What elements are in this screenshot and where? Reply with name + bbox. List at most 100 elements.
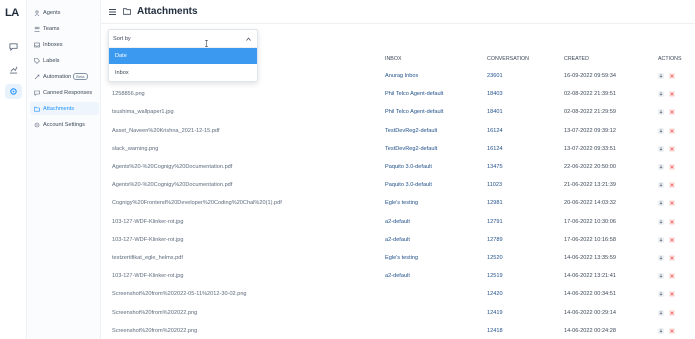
conversation-link[interactable]: 12519 xyxy=(487,272,503,281)
inbox-link[interactable]: Egle's testing xyxy=(385,254,418,263)
created-date: 02-08-2022 21:29:59 xyxy=(564,109,616,116)
inbox-link[interactable]: Paquito 3.0-default xyxy=(385,163,432,172)
inbox-link[interactable]: Egle's testing xyxy=(385,199,418,208)
sort-dropdown[interactable]: Sort by Date Inbox xyxy=(108,29,258,82)
download-button[interactable] xyxy=(658,200,664,207)
conversation-link[interactable]: 12789 xyxy=(487,236,503,245)
conversation-link[interactable]: 12520 xyxy=(487,254,503,263)
settings-nav-button[interactable] xyxy=(5,84,22,99)
download-button[interactable] xyxy=(658,164,664,170)
download-button[interactable] xyxy=(658,127,664,134)
download-button[interactable] xyxy=(658,236,664,243)
conversation-link[interactable]: 11023 xyxy=(487,181,502,190)
created-date: 14-06-2022 00:24:28 xyxy=(564,327,616,334)
conversation-link[interactable]: 12981 xyxy=(487,199,503,208)
reports-nav-button[interactable] xyxy=(5,62,22,77)
download-button[interactable] xyxy=(658,273,664,280)
inbox-link[interactable]: Phil Telco Agent-default xyxy=(385,108,443,117)
attachment-name[interactable]: Screenshot%20from%202022.png xyxy=(112,327,197,336)
attachment-name[interactable]: slack_warning.png xyxy=(112,145,158,154)
attachment-name[interactable]: Agents%20-%20Cognigy%20Documentation.pdf xyxy=(112,163,232,172)
download-button[interactable] xyxy=(658,182,664,189)
delete-button[interactable] xyxy=(669,255,675,261)
attachment-name[interactable]: 103-127-WDF-Klinker-rot.jpg xyxy=(112,272,184,281)
conversation-link[interactable]: 12418 xyxy=(487,327,503,336)
sidebar-item-inboxes[interactable]: Inboxes xyxy=(30,38,99,51)
download-button[interactable] xyxy=(658,327,664,334)
conversation-link[interactable]: 18403 xyxy=(487,90,503,99)
conversation-link[interactable]: 18401 xyxy=(487,108,503,117)
attachment-name[interactable]: Screenshot%20from%202022-05-11%2012-30-0… xyxy=(112,290,247,299)
attachment-name[interactable]: testzertifikat_egle_helms.pdf xyxy=(112,254,183,263)
inbox-link[interactable]: a2-default xyxy=(385,272,410,281)
attachment-name[interactable]: 103-127-WDF-Klinker-rot.jpg xyxy=(112,236,184,245)
inbox-link[interactable]: Phil Telco Agent-default xyxy=(385,90,443,99)
attachment-name[interactable]: Agents%20-%20Cognigy%20Documentation.pdf xyxy=(112,181,232,190)
conversation-link[interactable]: 12420 xyxy=(487,290,503,299)
delete-button[interactable] xyxy=(669,236,675,243)
sidebar-item-account-settings[interactable]: Account Settings xyxy=(30,118,99,131)
download-button[interactable] xyxy=(658,73,664,79)
table-row: testzertifikat_egle_helms.pdf Egle's test… xyxy=(108,254,688,272)
delete-button[interactable] xyxy=(669,218,675,225)
delete-button[interactable] xyxy=(669,182,675,189)
conversation-link[interactable]: 13475 xyxy=(487,163,503,172)
delete-icon xyxy=(670,74,674,78)
conversation-link[interactable]: 23601 xyxy=(487,72,503,81)
sidebar-item-teams[interactable]: Teams xyxy=(30,22,99,35)
delete-button[interactable] xyxy=(669,73,675,79)
inbox-link[interactable]: TestDevReg2-default xyxy=(385,127,437,136)
download-icon xyxy=(659,165,663,169)
delete-icon xyxy=(670,183,674,187)
delete-button[interactable] xyxy=(669,91,675,98)
inbox-link[interactable]: Anurag Inbox xyxy=(385,72,418,81)
sidebar-item-agents[interactable]: Agents xyxy=(30,6,99,19)
conversation-link[interactable]: 16124 xyxy=(487,127,503,136)
attachment-name[interactable]: 103-127-WDF-Klinker-rot.jpg xyxy=(112,218,184,227)
delete-button[interactable] xyxy=(669,164,675,170)
column-header-inbox: INBOX xyxy=(385,56,402,62)
sidebar-item-labels[interactable]: Labels xyxy=(30,54,99,67)
download-button[interactable] xyxy=(658,255,664,261)
download-button[interactable] xyxy=(658,91,664,98)
sort-dropdown-header[interactable]: Sort by xyxy=(109,30,257,48)
menu-icon[interactable] xyxy=(109,9,116,15)
sort-option-date[interactable]: Date xyxy=(109,48,257,64)
settings-icon xyxy=(34,122,40,128)
conversation-link[interactable]: 12419 xyxy=(487,309,503,318)
delete-button[interactable] xyxy=(669,273,675,280)
attachment-name[interactable]: 1258856.png xyxy=(112,90,145,99)
attachment-name[interactable]: Asset_Naveen%20Krishna_2021-12-15.pdf xyxy=(112,127,220,136)
delete-button[interactable] xyxy=(669,200,675,207)
inbox-link[interactable]: a2-default xyxy=(385,218,410,227)
sidebar-item-attachments[interactable]: Attachments xyxy=(30,102,99,115)
inbox-link[interactable]: Paquito 3.0-default xyxy=(385,181,432,190)
delete-button[interactable] xyxy=(669,127,675,134)
attachment-name[interactable]: Cognigy%20Frontend%20Developer%20Coding%… xyxy=(112,199,282,208)
download-button[interactable] xyxy=(658,309,664,316)
delete-button[interactable] xyxy=(669,291,675,298)
download-button[interactable] xyxy=(658,145,664,152)
conversation-link[interactable]: 12791 xyxy=(487,218,503,227)
sort-option-inbox[interactable]: Inbox xyxy=(109,65,257,81)
delete-button[interactable] xyxy=(669,327,675,334)
delete-button[interactable] xyxy=(669,109,675,116)
inbox-link[interactable]: a2-default xyxy=(385,236,410,245)
delete-button[interactable] xyxy=(669,309,675,316)
download-button[interactable] xyxy=(658,218,664,225)
download-icon xyxy=(659,201,663,206)
attachment-name[interactable]: tsushima_wallpaper1.jpg xyxy=(112,108,174,117)
sidebar-item-canned-responses[interactable]: Canned Responses xyxy=(30,86,99,99)
sidebar-item-label: Teams xyxy=(43,25,60,32)
download-button[interactable] xyxy=(658,109,664,116)
sidebar-item-label: Labels xyxy=(43,57,60,64)
conversations-nav-button[interactable] xyxy=(5,39,22,54)
download-button[interactable] xyxy=(658,291,664,298)
delete-button[interactable] xyxy=(669,145,675,152)
attachment-name[interactable]: Screenshot%20from%202022.png xyxy=(112,309,197,318)
inbox-link[interactable]: TestDevReg2-default xyxy=(385,145,437,154)
sidebar-item-label: Canned Responses xyxy=(43,89,93,96)
delete-icon xyxy=(670,310,674,315)
sidebar-item-automation[interactable]: Automation Beta xyxy=(30,70,99,83)
conversation-link[interactable]: 16124 xyxy=(487,145,503,154)
